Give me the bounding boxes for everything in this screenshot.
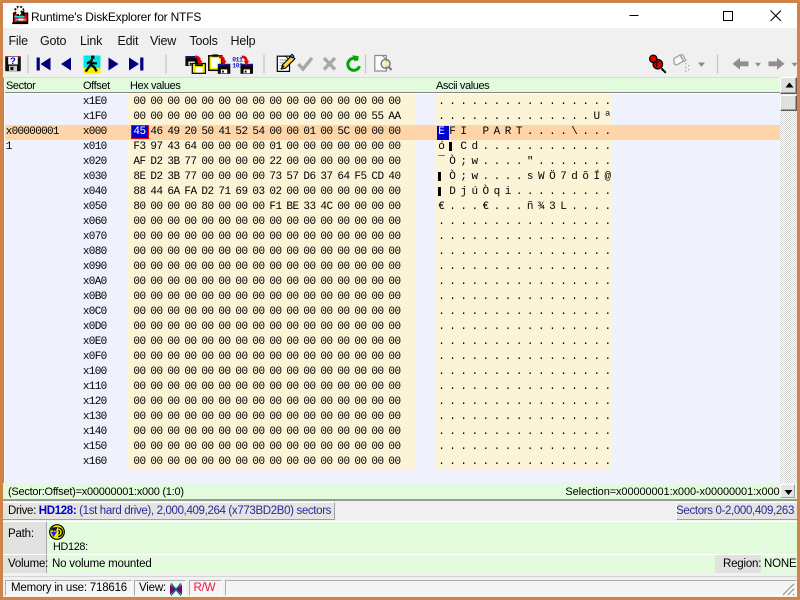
svg-text:?: ? (10, 56, 16, 67)
